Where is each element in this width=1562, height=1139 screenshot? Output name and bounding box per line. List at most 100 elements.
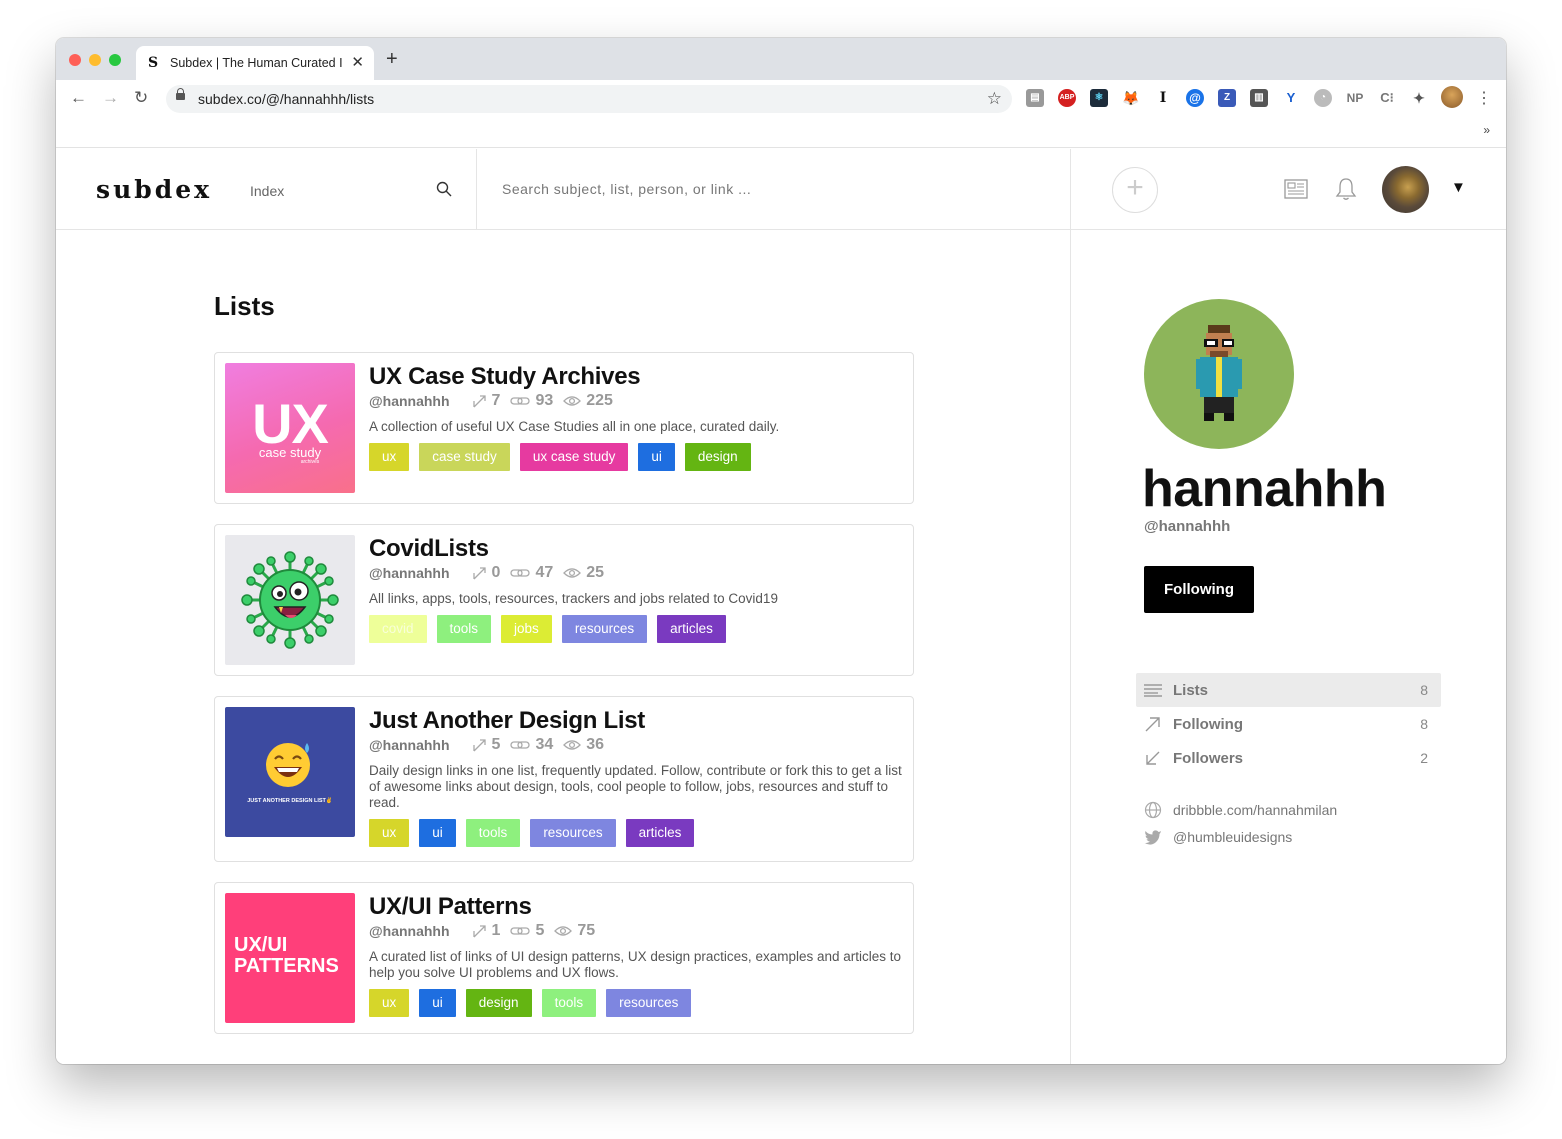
virus-icon xyxy=(241,551,339,649)
nav-item-followers[interactable]: Followers 2 xyxy=(1136,741,1441,775)
header-divider xyxy=(476,149,477,230)
close-tab-icon[interactable]: ✕ xyxy=(351,53,364,71)
metamask-icon[interactable]: 🦊 xyxy=(1122,89,1140,107)
list-card[interactable]: JUST ANOTHER DESIGN LIST✌ Just Another D… xyxy=(214,696,914,862)
list-card[interactable]: CovidLists @hannahhh 0 47 25 All links, … xyxy=(214,524,914,676)
list-author[interactable]: @hannahhh xyxy=(369,565,450,581)
profile-avatar-icon[interactable] xyxy=(1441,86,1463,108)
tag[interactable]: resources xyxy=(606,989,692,1017)
nav-item-lists[interactable]: Lists 8 xyxy=(1136,673,1441,707)
new-tab-button[interactable]: + xyxy=(386,49,398,69)
list-title[interactable]: Just Another Design List xyxy=(369,707,645,735)
list-author[interactable]: @hannahhh xyxy=(369,737,450,753)
list-description: A curated list of links of UI design pat… xyxy=(369,949,902,980)
tag[interactable]: covid xyxy=(369,615,427,643)
thumb-caption: JUST ANOTHER DESIGN LIST✌ xyxy=(247,798,333,804)
links-stat: 47 xyxy=(510,564,553,582)
bookmarks-more-icon[interactable]: » xyxy=(1483,123,1490,137)
link-icon xyxy=(510,397,531,405)
following-button[interactable]: Following xyxy=(1144,566,1254,613)
nav-label: Lists xyxy=(1173,681,1209,699)
back-arrow-icon[interactable]: ← xyxy=(70,87,87,109)
chevron-down-icon[interactable]: ▼ xyxy=(1451,179,1466,196)
forward-arrow-icon[interactable]: → xyxy=(102,87,119,109)
index-link[interactable]: Index xyxy=(250,183,284,199)
react-icon[interactable]: ⚛ xyxy=(1090,89,1108,107)
subdex-logo[interactable]: subdex xyxy=(96,175,212,204)
twitter-link[interactable]: @humbleuidesigns xyxy=(1144,829,1292,845)
add-list-button[interactable]: + xyxy=(1112,167,1158,213)
at-icon[interactable]: @ xyxy=(1186,89,1204,107)
bell-icon[interactable] xyxy=(1335,177,1357,201)
tag[interactable]: ui xyxy=(638,443,675,471)
browser-menu-icon[interactable]: ⋮ xyxy=(1476,88,1492,110)
list-thumbnail xyxy=(225,535,355,665)
tag[interactable]: articles xyxy=(625,819,695,847)
nav-item-following[interactable]: Following 8 xyxy=(1136,707,1441,741)
fork-count: 7 xyxy=(491,392,501,409)
tag[interactable]: ux xyxy=(369,443,410,471)
tag[interactable]: ux xyxy=(369,819,410,847)
zotero-icon[interactable]: Z xyxy=(1218,89,1236,107)
tag[interactable]: tools xyxy=(465,819,521,847)
search-icon[interactable] xyxy=(436,181,452,197)
tag[interactable]: ui xyxy=(419,819,456,847)
np-icon[interactable]: NP xyxy=(1346,89,1364,107)
profile-avatar xyxy=(1144,299,1294,449)
newspaper-icon[interactable] xyxy=(1284,179,1308,199)
tag-row: covid tools jobs resources articles xyxy=(369,615,736,643)
tag-row: ux ui design tools resources xyxy=(369,989,701,1017)
link-count: 34 xyxy=(535,736,554,753)
list-title[interactable]: UX/UI Patterns xyxy=(369,893,532,921)
nav-label: Following xyxy=(1173,715,1243,733)
address-bar[interactable]: subdex.co/@/hannahhh/lists ☆ xyxy=(166,85,1012,113)
list-author[interactable]: @hannahhh xyxy=(369,393,450,409)
abp-icon[interactable]: ABP xyxy=(1058,89,1076,107)
puzzle-icon[interactable]: ✦ xyxy=(1410,89,1428,107)
reload-icon[interactable]: ↻ xyxy=(134,87,148,109)
ghost-icon[interactable]: ◔ xyxy=(1314,89,1332,107)
tag[interactable]: ux case study xyxy=(519,443,629,471)
tag[interactable]: ux xyxy=(369,989,410,1017)
maximize-window-button[interactable] xyxy=(109,54,121,66)
tag[interactable]: design xyxy=(684,443,751,471)
tag[interactable]: tools xyxy=(436,615,492,643)
browser-tab[interactable]: S Subdex | The Human Curated I ✕ xyxy=(136,46,374,80)
user-avatar[interactable] xyxy=(1382,166,1429,213)
sidebar-icon[interactable]: ▥ xyxy=(1250,89,1268,107)
list-author[interactable]: @hannahhh xyxy=(369,923,450,939)
fork-icon xyxy=(472,924,486,937)
search-input[interactable] xyxy=(502,177,1062,201)
view-count: 75 xyxy=(577,922,596,939)
tag[interactable]: design xyxy=(465,989,532,1017)
y-icon[interactable]: Y xyxy=(1282,89,1300,107)
list-card[interactable]: UX/UI PATTERNS UX/UI Patterns @hannahhh … xyxy=(214,882,914,1034)
tag[interactable]: resources xyxy=(530,819,616,847)
browser-toolbar: ← → ↻ subdex.co/@/hannahhh/lists ☆ ▤ ABP… xyxy=(56,80,1506,118)
fork-count: 5 xyxy=(491,736,501,753)
tag[interactable]: resources xyxy=(561,615,648,643)
website-link[interactable]: dribbble.com/hannahmilan xyxy=(1144,801,1337,819)
list-thumbnail: JUST ANOTHER DESIGN LIST✌ xyxy=(225,707,355,837)
list-title[interactable]: UX Case Study Archives xyxy=(369,363,641,391)
c-icon[interactable]: C⁝ xyxy=(1378,89,1396,107)
list-meta: @hannahhh 7 93 225 xyxy=(369,391,623,411)
views-stat: 225 xyxy=(563,392,613,410)
instapaper-icon[interactable]: I xyxy=(1154,89,1172,107)
twitter-text: @humbleuidesigns xyxy=(1173,829,1293,845)
close-window-button[interactable] xyxy=(69,54,81,66)
view-count: 36 xyxy=(586,736,605,753)
list-card[interactable]: UX case study archives UX Case Study Arc… xyxy=(214,352,914,504)
tag[interactable]: case study xyxy=(419,443,510,471)
tag[interactable]: articles xyxy=(657,615,726,643)
bookmark-star-icon[interactable]: ☆ xyxy=(987,89,1002,109)
bookmarks-bar: » xyxy=(56,118,1506,148)
tag[interactable]: ui xyxy=(419,989,456,1017)
list-title[interactable]: CovidLists xyxy=(369,535,489,563)
suitcase-icon[interactable]: ▤ xyxy=(1026,89,1044,107)
minimize-window-button[interactable] xyxy=(89,54,101,66)
tag[interactable]: jobs xyxy=(501,615,552,643)
list-thumbnail: UX case study archives xyxy=(225,363,355,493)
tag[interactable]: tools xyxy=(541,989,597,1017)
fork-count: 1 xyxy=(491,922,501,939)
